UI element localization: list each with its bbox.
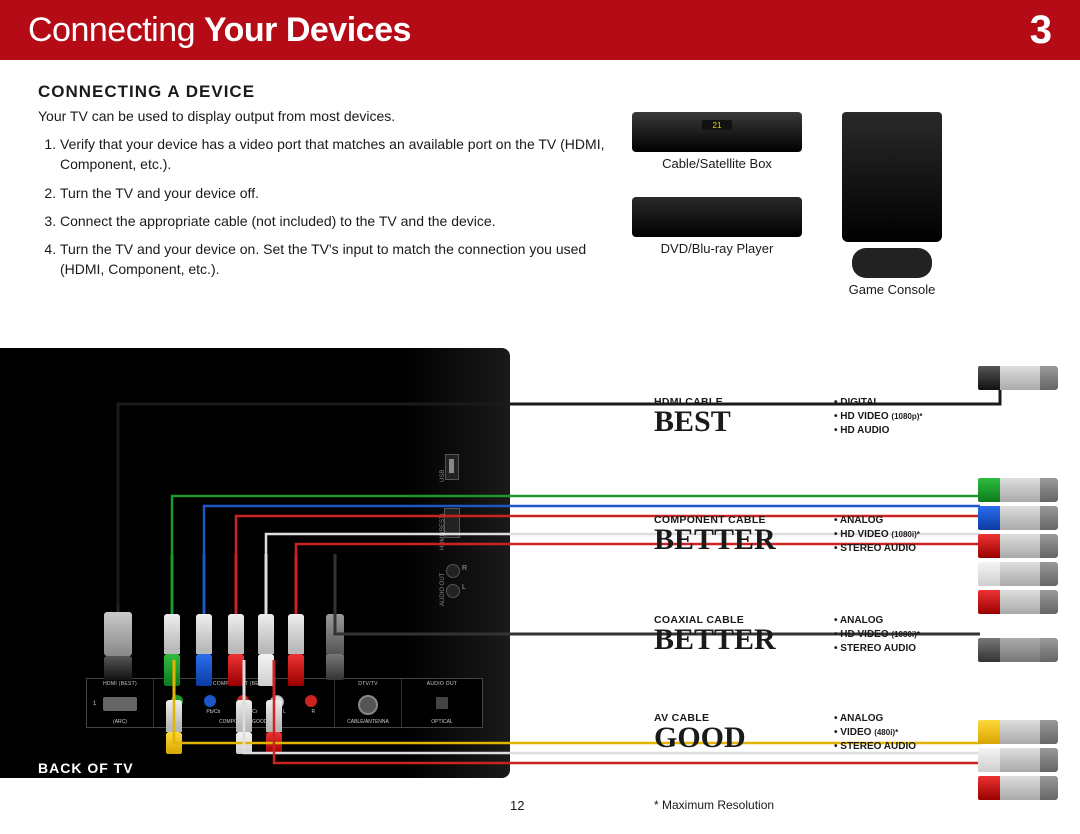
section-title: CONNECTING A DEVICE [38, 82, 1036, 102]
cable-bullets: • ANALOG • HD VIDEO (1080i)* • STEREO AU… [834, 514, 920, 556]
cable-bullets: • DIGITAL • HD VIDEO (1080p)* • HD AUDIO [834, 396, 923, 438]
console-body-icon [842, 112, 942, 242]
step-item: Turn the TV and your device off. [60, 183, 620, 203]
console-image [832, 112, 952, 282]
title-bold: Your Devices [204, 11, 411, 49]
quality-row-av: AV CABLE GOOD • ANALOG • VIDEO (480i)* •… [654, 712, 954, 751]
dvd-label: DVD/Blu-ray Player [632, 241, 802, 256]
quality-row-hdmi: HDMI CABLE BEST • DIGITAL • HD VIDEO (10… [654, 396, 954, 435]
device-console-col: Game Console [832, 112, 952, 297]
step-item: Turn the TV and your device on. Set the … [60, 239, 620, 280]
component-connector-right [978, 478, 1058, 614]
chapter-number: 3 [1030, 8, 1052, 53]
rca-blue-right-icon [978, 506, 1058, 530]
steps-list: Verify that your device has a video port… [38, 134, 620, 280]
cable-bullets: • ANALOG • VIDEO (480i)* • STEREO AUDIO [834, 712, 916, 754]
rca-yellow-right-icon [978, 720, 1058, 744]
device-cable-col: 21 Cable/Satellite Box DVD/Blu-ray Playe… [632, 112, 802, 297]
quality-row-component: COMPONENT CABLE BETTER • ANALOG • HD VID… [654, 514, 954, 553]
rca-white-right-icon [978, 562, 1058, 586]
coax-connector-right [978, 638, 1058, 662]
controller-icon [852, 248, 932, 278]
dvd-image [632, 197, 802, 237]
rca-green-right-icon [978, 478, 1058, 502]
rca-white-av-right-icon [978, 748, 1058, 772]
cable-bullets: • ANALOG • HD VIDEO (1080i)* • STEREO AU… [834, 614, 920, 656]
title-light: Connecting [28, 11, 195, 49]
hdmi-connector-right [978, 366, 1058, 390]
rca-red2-right-icon [978, 590, 1058, 614]
cable-box-display: 21 [702, 120, 732, 130]
rca-red-right-icon [978, 534, 1058, 558]
step-item: Connect the appropriate cable (not inclu… [60, 211, 620, 231]
coax-plug-right-icon [978, 638, 1058, 662]
page-title: Connecting Your Devices [28, 11, 411, 50]
step-item: Verify that your device has a video port… [60, 134, 620, 175]
connection-diagram: BACK OF TV USB HDMI (BEST) AUDIO OUT R L… [0, 348, 1080, 818]
page-header: Connecting Your Devices 3 [0, 0, 1080, 60]
hdmi-plug-right-icon [978, 366, 1058, 390]
cable-box-image: 21 [632, 112, 802, 152]
cable-box-label: Cable/Satellite Box [632, 156, 802, 171]
av-connector-right [978, 720, 1058, 800]
rca-red-av-right-icon [978, 776, 1058, 800]
quality-row-coax: COAXIAL CABLE BETTER • ANALOG • HD VIDEO… [654, 614, 954, 653]
devices-gallery: 21 Cable/Satellite Box DVD/Blu-ray Playe… [632, 112, 1032, 297]
footnote: * Maximum Resolution [654, 798, 774, 812]
console-label: Game Console [832, 282, 952, 297]
page-number: 12 [510, 798, 524, 813]
